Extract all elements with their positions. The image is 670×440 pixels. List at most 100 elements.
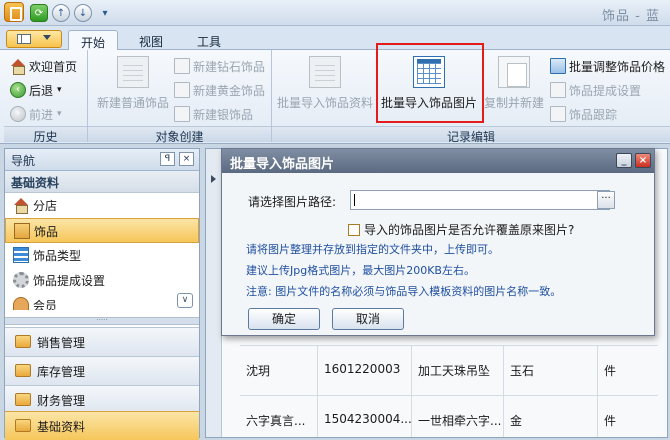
scroll-down-icon[interactable]: ∨ [177, 293, 193, 308]
ribbon-group-label: 历史 [4, 126, 87, 144]
table-cell: 件 [604, 364, 617, 378]
ribbon-group-label: 对象创建 [88, 126, 271, 144]
new-regular-button[interactable]: 新建普通饰品 [92, 52, 174, 124]
commission-settings-button[interactable]: 饰品提成设置 [550, 80, 641, 100]
back-button[interactable]: ‹ 后退 ▾ [10, 80, 62, 100]
tracking-icon [550, 106, 566, 122]
close-icon[interactable]: × [179, 152, 194, 166]
table-cell: 沈玥 [240, 346, 318, 395]
nav-header: 导航 ꟼ × [5, 149, 199, 171]
folder-icon [15, 419, 31, 432]
home-icon [13, 197, 29, 214]
refresh-icon[interactable]: ⟳ [30, 4, 48, 22]
document-icon [174, 82, 190, 98]
tracking-button[interactable]: 饰品跟踪 [550, 104, 617, 124]
quick-access-dropdown-icon[interactable]: ▾ [96, 4, 114, 22]
table-cell: 玉石 [504, 346, 598, 395]
close-icon[interactable]: × [635, 153, 651, 168]
app-logo-icon[interactable] [4, 2, 24, 22]
folder-icon [15, 364, 31, 377]
box-icon [14, 223, 30, 239]
ribbon-group-label: 记录编辑 [272, 126, 670, 144]
back-arrow-icon: ‹ [10, 82, 26, 98]
copy-icon [498, 56, 530, 88]
dialog-title: 批量导入饰品图片 [230, 157, 335, 172]
ok-button[interactable]: 确定 [248, 308, 320, 330]
nav-section-title: 基础资料 [5, 171, 199, 193]
nav-title: 导航 [11, 154, 36, 168]
chevron-down-icon: ▾ [57, 109, 62, 119]
home-button[interactable]: 欢迎首页 [10, 56, 77, 76]
nav-item-jewelry-type[interactable]: 饰品类型 [5, 243, 199, 268]
cancel-button[interactable]: 取消 [332, 308, 404, 330]
table-cell: 加工天珠吊坠 [412, 346, 504, 395]
batch-adjust-price-button[interactable]: 批量调整饰品价格 [550, 56, 665, 76]
table-row[interactable]: 六字真言... 1504230004... 一世相牵六字... 金 件 [240, 395, 658, 437]
table-cell: 六字真言... [240, 396, 318, 437]
up-icon[interactable]: ↑ [52, 4, 70, 22]
people-icon [13, 297, 29, 310]
dialog-note: 建议上传Jpg格式图片，最大图片200KB左右。 [246, 264, 475, 277]
new-gold-button[interactable]: 新建黄金饰品 [174, 80, 265, 100]
new-document-icon [117, 56, 149, 88]
nav-group-inventory[interactable]: 库存管理 [5, 356, 199, 385]
home-icon [10, 58, 26, 75]
path-input[interactable] [350, 190, 610, 210]
folder-icon [15, 335, 31, 348]
nav-group-basic-data[interactable]: 基础资料 [5, 411, 199, 440]
tab-tools[interactable]: 工具 [186, 30, 232, 51]
menu-icon [17, 34, 31, 44]
copy-new-button[interactable]: 复制并新建 [484, 52, 544, 124]
nav-item-member[interactable]: 会员 [5, 293, 199, 311]
folder-icon [15, 393, 31, 406]
price-table-icon [550, 58, 566, 74]
dialog-note: 注意: 图片文件的名称必须与饰品导入模板资料的图片名称一致。 [246, 285, 562, 298]
tab-view[interactable]: 视图 [128, 30, 174, 51]
grid-row-header [206, 149, 222, 437]
checkbox-icon [348, 223, 360, 236]
nav-item-commission[interactable]: 饰品提成设置 [5, 268, 199, 293]
spreadsheet-icon [309, 56, 341, 88]
overwrite-checkbox[interactable]: 导入的饰品图片是否允许覆盖原来图片? [348, 221, 574, 238]
table-cell: 件 [604, 414, 617, 428]
forward-button[interactable]: › 前进 ▾ [10, 104, 62, 124]
dialog-title-bar: 批量导入饰品图片 _ × [222, 149, 654, 173]
application-menu-button[interactable] [6, 30, 62, 48]
chevron-down-icon: ▾ [57, 85, 62, 95]
forward-arrow-icon: › [10, 106, 26, 122]
dialog-note: 请将图片整理并存放到指定的文件夹中，上传即可。 [246, 243, 499, 256]
navigation-panel: 导航 ꟼ × 基础资料 分店 饰品 饰品类型 饰品提成设置 会员 ∨ ·····… [4, 148, 200, 440]
overwrite-label: 导入的饰品图片是否允许覆盖原来图片? [364, 223, 575, 237]
document-icon [174, 58, 190, 74]
minimize-icon[interactable]: _ [616, 153, 632, 168]
new-silver-button[interactable]: 新建银饰品 [174, 104, 253, 124]
table-row[interactable]: 沈玥 1601220003 加工天珠吊坠 玉石 件 [240, 345, 658, 395]
gear-icon [13, 272, 29, 288]
highlight-box [376, 43, 484, 123]
chevron-down-icon [43, 35, 51, 40]
nav-group-sales[interactable]: 销售管理 [5, 327, 199, 356]
nav-item-jewelry[interactable]: 饰品 [5, 218, 199, 243]
table-cell: 一世相牵六字... [412, 396, 504, 437]
nav-group-finance[interactable]: 财务管理 [5, 385, 199, 414]
window-title: 饰品 - 蓝 [602, 9, 660, 24]
settings-icon [550, 82, 566, 98]
list-icon [13, 247, 29, 263]
ribbon-group-history: 欢迎首页 ‹ 后退 ▾ › 前进 ▾ 历史 [4, 50, 88, 144]
table-cell: 1601220003 [318, 346, 412, 395]
browse-button[interactable]: ··· [597, 191, 615, 209]
title-bar: ⟳ ↑ ↓ ▾ 饰品 - 蓝 [0, 0, 670, 26]
batch-import-images-dialog: 批量导入饰品图片 _ × 请选择图片路径: ··· 导入的饰品图片是否允许覆盖原… [221, 148, 655, 336]
ribbon-tab-row: 开始 视图 工具 [0, 26, 670, 51]
table-cell: 1504230004... [318, 396, 412, 437]
batch-import-data-button[interactable]: 批量导入饰品资料 [276, 52, 374, 124]
down-icon[interactable]: ↓ [74, 4, 92, 22]
new-diamond-button[interactable]: 新建钻石饰品 [174, 56, 265, 76]
nav-splitter-handle[interactable]: ····· [5, 317, 199, 325]
pin-icon[interactable]: ꟼ [160, 152, 175, 166]
table-cell: 金 [504, 396, 598, 437]
ribbon-group-object-create: 新建普通饰品 新建钻石饰品 新建黄金饰品 新建银饰品 对象创建 [88, 50, 272, 144]
nav-item-branch[interactable]: 分店 [5, 193, 199, 218]
document-icon [174, 106, 190, 122]
tab-start[interactable]: 开始 [68, 30, 118, 51]
